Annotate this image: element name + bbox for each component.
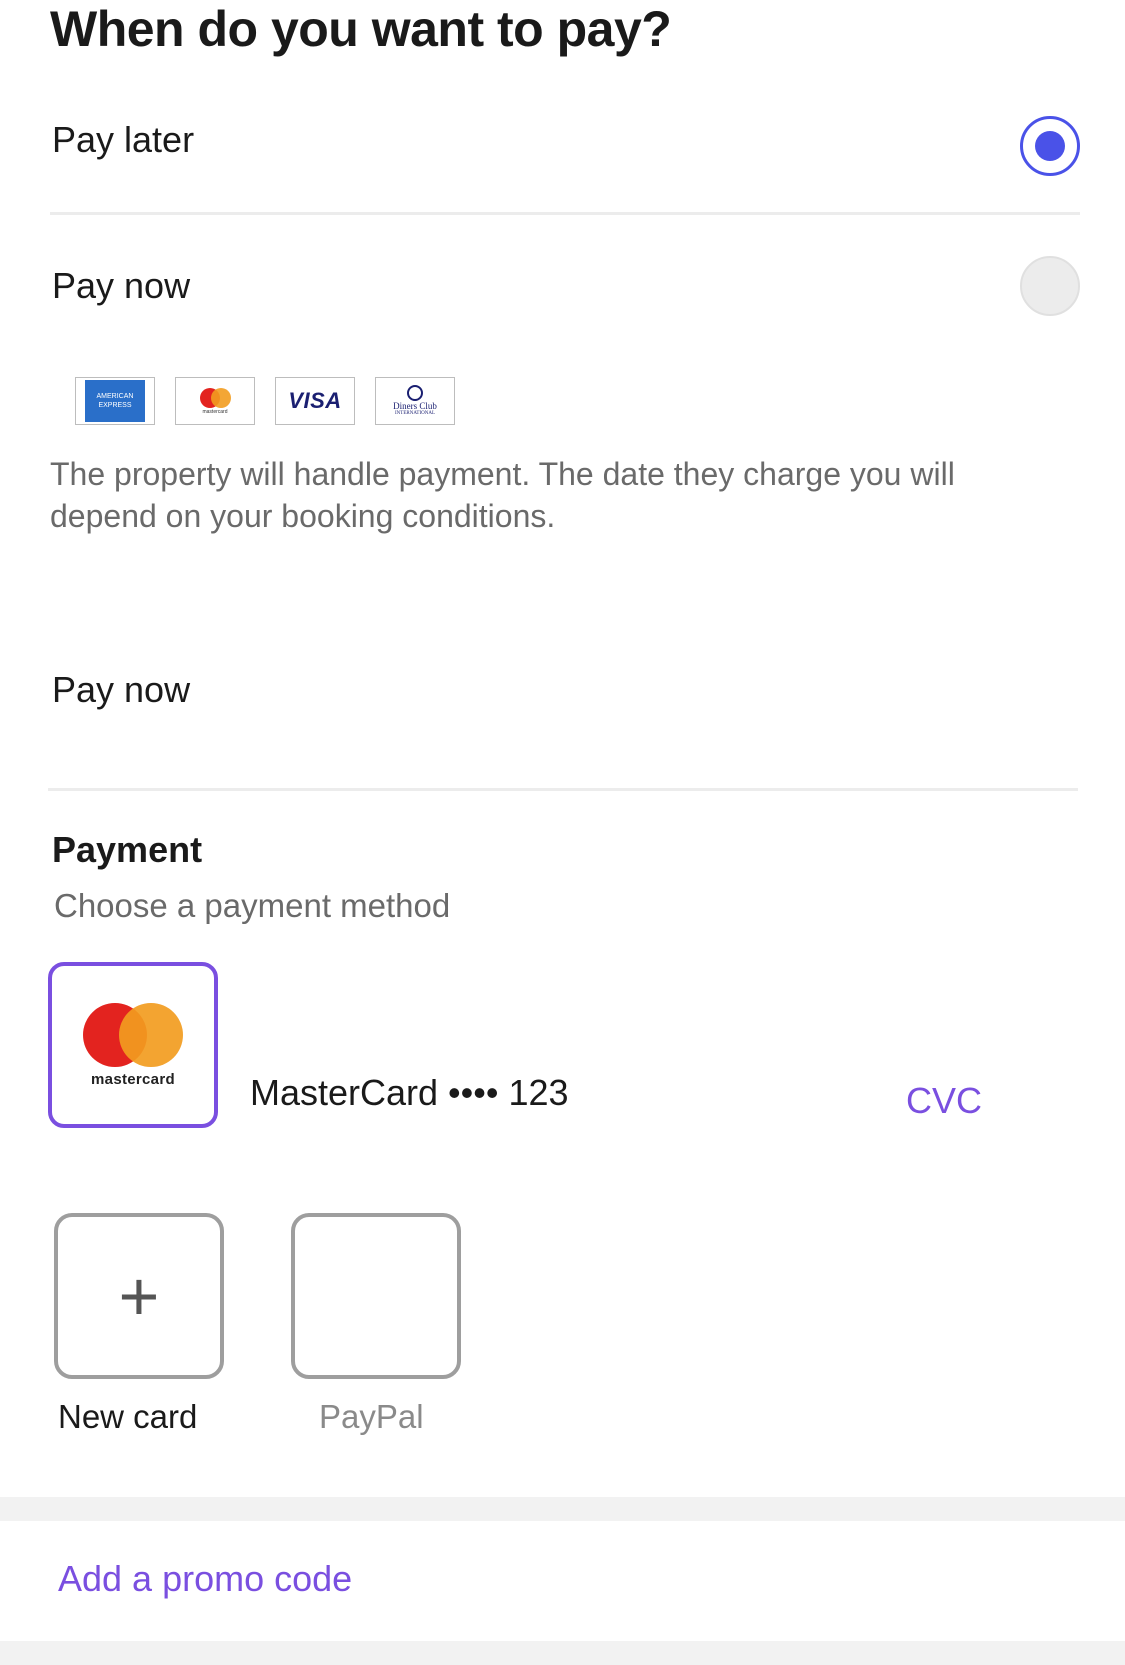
payment-subtitle: Choose a payment method [54, 887, 451, 924]
visa-icon: VISA [288, 388, 342, 413]
mastercard-word: mastercard [91, 1070, 175, 1088]
mastercard-icon [198, 387, 232, 408]
pay-now-radio[interactable] [1020, 256, 1080, 316]
cvc-field[interactable]: CVC [906, 1080, 982, 1122]
saved-card-label: MasterCard •••• 123 [250, 1072, 569, 1113]
pay-now-section-label: Pay now [52, 669, 191, 710]
payment-title: Payment [52, 829, 203, 870]
pay-later-label[interactable]: Pay later [52, 118, 194, 162]
visa-logo: VISA [275, 377, 355, 425]
diners-club-icon: Diners Club INTERNATIONAL [393, 385, 437, 417]
divider [50, 212, 1080, 215]
section-separator [0, 1497, 1125, 1521]
amex-icon: AMERICAN EXPRESS [85, 380, 145, 422]
new-card-label: New card [58, 1398, 198, 1435]
paypal-label: PayPal [319, 1398, 424, 1435]
page-title: When do you want to pay? [50, 1, 672, 57]
new-card-button[interactable]: + [54, 1213, 224, 1379]
paypal-button[interactable] [291, 1213, 461, 1379]
mastercard-icon [83, 1002, 183, 1067]
divider [48, 788, 1078, 791]
pay-later-description: The property will handle payment. The da… [50, 456, 955, 534]
saved-card-tile[interactable]: mastercard [48, 962, 218, 1128]
radio-selected-dot [1035, 131, 1065, 161]
pay-now-label[interactable]: Pay now [52, 264, 190, 308]
plus-icon: + [118, 1257, 160, 1335]
mastercard-logo: mastercard [175, 377, 255, 425]
amex-logo: AMERICAN EXPRESS [75, 377, 155, 425]
pay-later-radio[interactable] [1020, 116, 1080, 176]
diners-club-logo: Diners Club INTERNATIONAL [375, 377, 455, 425]
mastercard-logo-word: mastercard [202, 408, 228, 415]
section-separator [0, 1641, 1125, 1665]
add-promo-code-link[interactable]: Add a promo code [58, 1558, 352, 1600]
